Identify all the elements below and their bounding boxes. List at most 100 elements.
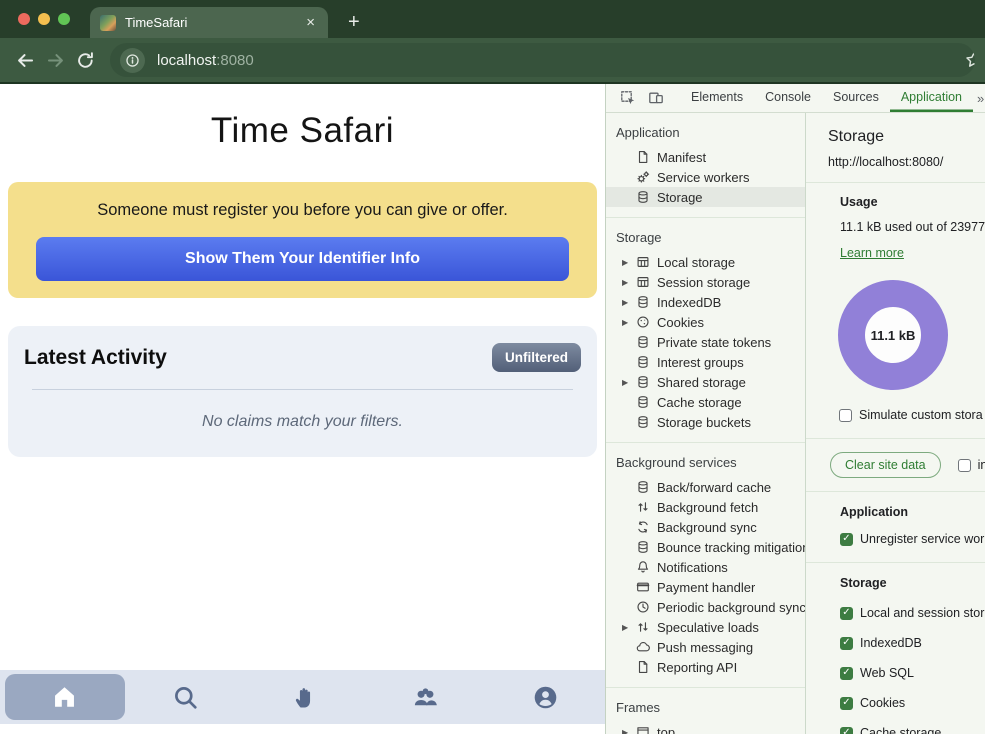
nav-item-search[interactable]: [126, 670, 246, 724]
checkbox-indexeddb[interactable]: ✓: [840, 637, 853, 650]
database-icon: [636, 355, 650, 369]
devtools-panel: ElementsConsoleSourcesApplication » Appl…: [605, 84, 985, 734]
unfiltered-button[interactable]: Unfiltered: [492, 343, 581, 372]
expander-arrow-icon[interactable]: ▶: [622, 623, 628, 632]
storage-checkbox-row: ✓ Cookies: [840, 696, 985, 710]
tree-item-background-sync[interactable]: Background sync: [606, 517, 805, 537]
checkbox-cache-storage[interactable]: ✓: [840, 727, 853, 735]
nav-item-people[interactable]: [365, 670, 485, 724]
expander-arrow-icon[interactable]: ▶: [622, 278, 628, 287]
checkbox-in[interactable]: [958, 459, 971, 472]
storage-section-title: Storage: [840, 576, 985, 590]
clear-site-data-button[interactable]: Clear site data: [830, 452, 941, 478]
close-window-button[interactable]: [18, 13, 30, 25]
reload-button[interactable]: [70, 45, 100, 75]
expander-arrow-icon[interactable]: ▶: [622, 298, 628, 307]
tree-item-speculative-loads[interactable]: ▶ Speculative loads: [606, 617, 805, 637]
clear-including-checkbox-row: in: [958, 458, 985, 472]
tree-item-label: Bounce tracking mitigation: [657, 540, 805, 555]
tree-section-title: Storage: [606, 227, 805, 252]
show-identifier-info-button[interactable]: Show Them Your Identifier Info: [36, 237, 569, 281]
checkbox-simulate-custom-stora[interactable]: [839, 409, 852, 422]
tree-item-label: Cache storage: [657, 395, 742, 410]
checkbox-web-sql[interactable]: ✓: [840, 667, 853, 680]
tree-item-background-fetch[interactable]: Background fetch: [606, 497, 805, 517]
tab-title: TimeSafari: [125, 15, 303, 30]
checkbox-unregister-service-wor[interactable]: ✓: [840, 533, 853, 546]
bookmark-star-icon[interactable]: [965, 51, 975, 69]
checkbox-local-and-session-stor[interactable]: ✓: [840, 607, 853, 620]
tree-item-back-forward-cache[interactable]: Back/forward cache: [606, 477, 805, 497]
devtools-tab-sources[interactable]: Sources: [822, 84, 890, 112]
inspect-element-icon[interactable]: [620, 90, 636, 106]
nav-item-hand[interactable]: [246, 670, 366, 724]
new-tab-button[interactable]: +: [348, 11, 360, 38]
database-icon: [636, 395, 650, 409]
forward-button[interactable]: [40, 45, 70, 75]
device-toolbar-icon[interactable]: [648, 90, 664, 106]
browser-toolbar: localhost:8080: [0, 38, 985, 84]
tree-section-title: Application: [606, 122, 805, 147]
checkbox-label: Cache storage: [860, 726, 941, 734]
usage-heading: Usage: [840, 195, 985, 209]
tree-item-reporting-api[interactable]: Reporting API: [606, 657, 805, 677]
tree-item-label: Back/forward cache: [657, 480, 771, 495]
nav-item-profile[interactable]: [485, 670, 605, 724]
tree-item-top[interactable]: ▶top: [606, 722, 805, 734]
tree-section-frames: Frames▶top: [606, 688, 805, 734]
devtools-toolbar: ElementsConsoleSourcesApplication »: [606, 84, 985, 113]
devtools-tab-elements[interactable]: Elements: [680, 84, 754, 112]
nav-item-home[interactable]: [5, 674, 125, 720]
site-info-icon[interactable]: [120, 48, 145, 73]
address-bar[interactable]: localhost:8080: [110, 43, 975, 77]
checkbox-label: Cookies: [860, 696, 905, 710]
tree-item-label: IndexedDB: [657, 295, 721, 310]
browser-tab[interactable]: TimeSafari ×: [90, 7, 328, 38]
more-tabs-icon[interactable]: »: [973, 91, 985, 106]
tree-item-label: Speculative loads: [657, 620, 759, 635]
tree-item-service-workers[interactable]: Service workers: [606, 167, 805, 187]
info-icon: [125, 53, 140, 68]
table-icon: [636, 255, 650, 269]
expander-arrow-icon[interactable]: ▶: [622, 258, 628, 267]
alert-message: Someone must register you before you can…: [22, 201, 583, 220]
tree-item-manifest[interactable]: Manifest: [606, 147, 805, 167]
devtools-tab-application[interactable]: Application: [890, 84, 973, 112]
tree-item-interest-groups[interactable]: Interest groups: [606, 352, 805, 372]
expander-arrow-icon[interactable]: ▶: [622, 378, 628, 387]
devtools-tab-console[interactable]: Console: [754, 84, 822, 112]
tree-item-private-state-tokens[interactable]: Private state tokens: [606, 332, 805, 352]
database-icon: [636, 295, 650, 309]
storage-checkbox-row: ✓Web SQL: [840, 666, 985, 680]
tree-item-push-messaging[interactable]: Push messaging: [606, 637, 805, 657]
tab-close-icon[interactable]: ×: [303, 14, 318, 31]
tree-item-shared-storage[interactable]: ▶Shared storage: [606, 372, 805, 392]
checkbox-cookies[interactable]: ✓: [840, 697, 853, 710]
tree-item-cookies[interactable]: ▶Cookies: [606, 312, 805, 332]
tree-item-storage-buckets[interactable]: Storage buckets: [606, 412, 805, 432]
expander-arrow-icon[interactable]: ▶: [622, 318, 628, 327]
zoom-window-button[interactable]: [58, 13, 70, 25]
tree-item-local-storage[interactable]: ▶Local storage: [606, 252, 805, 272]
tree-item-bounce-tracking-mitigation[interactable]: Bounce tracking mitigation: [606, 537, 805, 557]
traffic-lights: [18, 13, 70, 25]
tree-section-title: Frames: [606, 697, 805, 722]
back-button[interactable]: [10, 45, 40, 75]
expander-arrow-icon[interactable]: ▶: [622, 728, 628, 735]
tree-item-periodic-background-sync[interactable]: Periodic background sync: [606, 597, 805, 617]
detail-title: Storage: [828, 128, 985, 146]
tree-item-session-storage[interactable]: ▶Session storage: [606, 272, 805, 292]
tree-item-indexeddb[interactable]: ▶ IndexedDB: [606, 292, 805, 312]
tree-item-payment-handler[interactable]: Payment handler: [606, 577, 805, 597]
tree-item-notifications[interactable]: Notifications: [606, 557, 805, 577]
learn-more-link[interactable]: Learn more: [840, 246, 904, 260]
sync-icon: [636, 520, 650, 534]
tree-item-cache-storage[interactable]: Cache storage: [606, 392, 805, 412]
storage-checkbox-row: ✓IndexedDB: [840, 636, 985, 650]
frame-icon: [636, 725, 650, 734]
minimize-window-button[interactable]: [38, 13, 50, 25]
tree-section-background-services: Background servicesBack/forward cacheBac…: [606, 443, 805, 688]
tree-item-storage[interactable]: Storage: [606, 187, 805, 207]
database-icon: [636, 375, 650, 389]
bottom-navigation: [0, 670, 605, 724]
